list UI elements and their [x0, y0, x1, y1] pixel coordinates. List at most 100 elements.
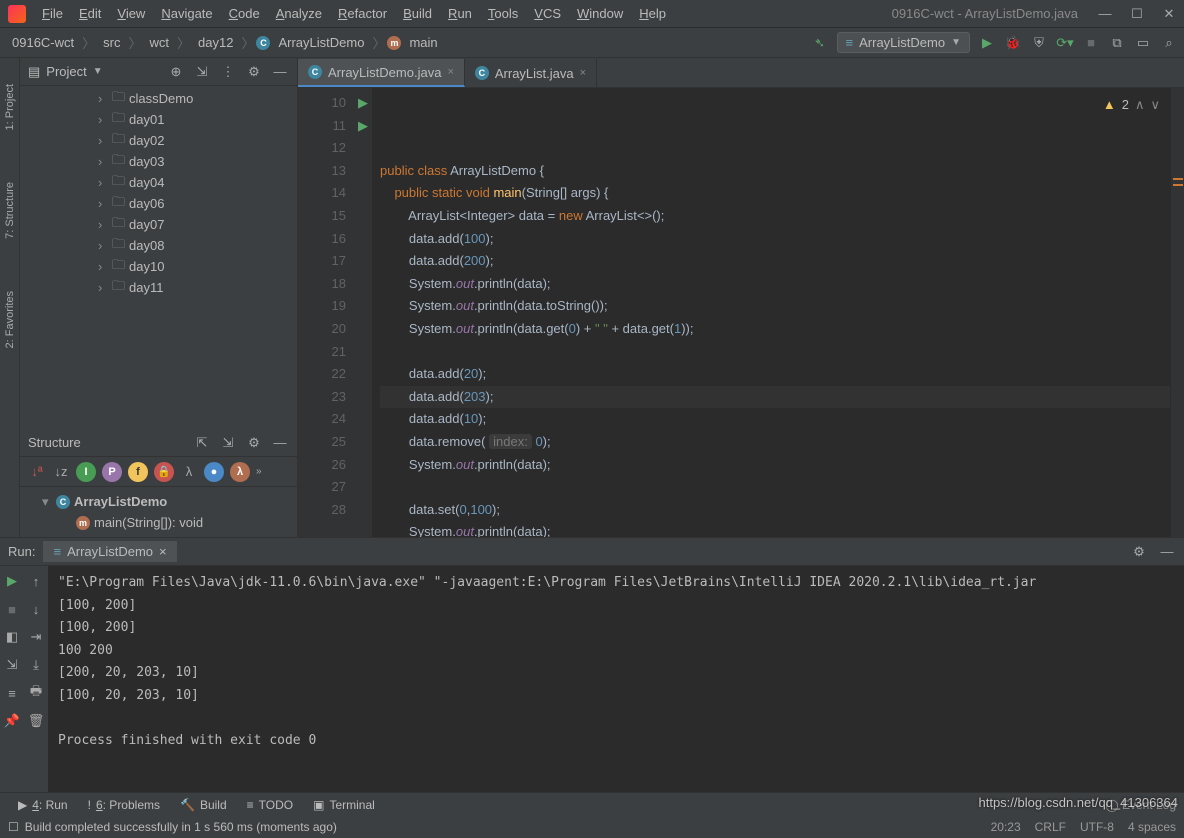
- down-icon[interactable]: ↓: [27, 600, 45, 618]
- sort-visibility-icon[interactable]: ↓z: [52, 463, 70, 481]
- code-line[interactable]: [380, 341, 1170, 364]
- lock-filter-icon[interactable]: 🔒: [154, 462, 174, 482]
- tree-item[interactable]: ›🗀classDemo: [20, 88, 297, 109]
- gear-icon[interactable]: ⚙: [1130, 543, 1148, 561]
- more-icon[interactable]: »: [256, 466, 262, 477]
- menu-help[interactable]: Help: [631, 6, 674, 21]
- anon-icon[interactable]: λ: [180, 463, 198, 481]
- crumb[interactable]: src: [97, 33, 126, 52]
- code-line[interactable]: ArrayList<Integer> data = new ArrayList<…: [380, 205, 1170, 228]
- menu-tools[interactable]: Tools: [480, 6, 526, 21]
- menu-run[interactable]: Run: [440, 6, 480, 21]
- code-line[interactable]: System.out.println(data.get(0) + " " + d…: [380, 318, 1170, 341]
- crumb[interactable]: wct: [144, 33, 176, 52]
- menu-view[interactable]: View: [109, 6, 153, 21]
- code-line[interactable]: data.add(203);: [380, 386, 1170, 409]
- minimize-icon[interactable]: —: [1098, 6, 1112, 22]
- status-info[interactable]: 4 spaces: [1128, 820, 1176, 834]
- menu-vcs[interactable]: VCS: [526, 6, 569, 21]
- structure-tree[interactable]: ▾ C ArrayListDemo m main(String[]): void: [20, 487, 297, 537]
- crumb[interactable]: 0916C-wct: [6, 33, 80, 52]
- gear-icon[interactable]: ⚙: [245, 434, 263, 452]
- tree-item[interactable]: ›🗀day06: [20, 193, 297, 214]
- tree-item[interactable]: ›🗀day08: [20, 235, 297, 256]
- code-line[interactable]: data.remove( index: 0);: [380, 431, 1170, 454]
- rerun-icon[interactable]: ▶: [3, 572, 21, 590]
- project-tree[interactable]: ›🗀classDemo›🗀day01›🗀day02›🗀day03›🗀day04›…: [20, 86, 297, 429]
- menu-build[interactable]: Build: [395, 6, 440, 21]
- code-line[interactable]: public class ArrayListDemo {: [380, 160, 1170, 183]
- structure-method[interactable]: main(String[]): void: [94, 515, 203, 530]
- tree-item[interactable]: ›🗀day02: [20, 130, 297, 151]
- exit-icon[interactable]: ⇲: [3, 656, 21, 674]
- sidetab[interactable]: 2: Favorites: [2, 285, 18, 354]
- expand-icon[interactable]: ⇲: [193, 63, 211, 81]
- sidetab[interactable]: 7: Structure: [2, 176, 18, 245]
- status-tab[interactable]: ≡TODO: [237, 798, 303, 812]
- status-info[interactable]: UTF-8: [1080, 820, 1114, 834]
- error-stripe[interactable]: [1170, 88, 1184, 537]
- code-line[interactable]: System.out.println(data.toString());: [380, 295, 1170, 318]
- hide-icon[interactable]: —: [1158, 543, 1176, 561]
- menu-window[interactable]: Window: [569, 6, 631, 21]
- run-tab[interactable]: ≡ ArrayListDemo ×: [43, 541, 176, 562]
- tree-item[interactable]: ›🗀day01: [20, 109, 297, 130]
- status-tab[interactable]: ▶4: Run: [8, 798, 78, 812]
- tree-item[interactable]: ›🗀day07: [20, 214, 297, 235]
- collapse-all-icon[interactable]: ⇲: [219, 434, 237, 452]
- status-tab[interactable]: !6: Problems: [78, 798, 170, 812]
- run-config-combo[interactable]: ≡ ArrayListDemo ▼: [837, 32, 970, 53]
- lambda-icon[interactable]: λ: [230, 462, 250, 482]
- code-line[interactable]: data.set(0,100);: [380, 499, 1170, 522]
- code-line[interactable]: System.out.println(data);: [380, 273, 1170, 296]
- vcs-icon[interactable]: ⧉: [1108, 34, 1126, 52]
- class-filter-icon[interactable]: I: [76, 462, 96, 482]
- wrap-icon[interactable]: ⇥: [27, 628, 45, 646]
- crumb[interactable]: ArrayListDemo: [272, 33, 370, 52]
- menu-edit[interactable]: Edit: [71, 6, 109, 21]
- menu-code[interactable]: Code: [221, 6, 268, 21]
- code-line[interactable]: [380, 476, 1170, 499]
- code-line[interactable]: data.add(20);: [380, 363, 1170, 386]
- structure-class[interactable]: ArrayListDemo: [74, 494, 167, 509]
- status-tab[interactable]: ▣Terminal: [303, 798, 385, 812]
- stop-icon[interactable]: ■: [3, 600, 21, 618]
- tree-item[interactable]: ›🗀day04: [20, 172, 297, 193]
- hide-icon[interactable]: —: [271, 434, 289, 452]
- locate-icon[interactable]: ⊕: [167, 63, 185, 81]
- menu-analyze[interactable]: Analyze: [268, 6, 330, 21]
- inspections-widget[interactable]: ▲ 2 ∧∨: [1103, 94, 1160, 117]
- code-line[interactable]: public static void main(String[] args) {: [380, 182, 1170, 205]
- sidetab[interactable]: 1: Project: [2, 78, 18, 136]
- code-line[interactable]: data.add(200);: [380, 250, 1170, 273]
- status-info[interactable]: 20:23: [991, 820, 1021, 834]
- code-line[interactable]: data.add(100);: [380, 228, 1170, 251]
- profile-icon[interactable]: ⟳▾: [1056, 34, 1074, 52]
- sort-alpha-icon[interactable]: ↓ª: [28, 463, 46, 481]
- close-icon[interactable]: ✕: [1162, 6, 1176, 22]
- status-info[interactable]: CRLF: [1035, 820, 1066, 834]
- maximize-icon[interactable]: ☐: [1130, 6, 1144, 22]
- camera-icon[interactable]: ◧: [3, 628, 21, 646]
- hide-icon[interactable]: —: [271, 63, 289, 81]
- editor-tab[interactable]: CArrayList.java×: [465, 59, 597, 87]
- code-editor[interactable]: ▲ 2 ∧∨ public class ArrayListDemo { publ…: [372, 88, 1170, 537]
- code-line[interactable]: data.add(10);: [380, 408, 1170, 431]
- layout-icon[interactable]: ≡: [3, 684, 21, 702]
- stop-icon[interactable]: ■: [1082, 34, 1100, 52]
- pin-icon[interactable]: 📌: [3, 712, 21, 730]
- tree-item[interactable]: ›🗀day03: [20, 151, 297, 172]
- print-icon[interactable]: 🖶: [27, 684, 45, 702]
- crumb[interactable]: day12: [192, 33, 239, 52]
- debug-icon[interactable]: 🐞: [1004, 34, 1022, 52]
- trash-icon[interactable]: 🗑: [27, 712, 45, 730]
- search-icon[interactable]: ⌕: [1160, 34, 1178, 52]
- status-tab[interactable]: 🔨Build: [170, 798, 237, 812]
- menu-refactor[interactable]: Refactor: [330, 6, 395, 21]
- build-icon[interactable]: ➴: [811, 34, 829, 52]
- run-output[interactable]: "E:\Program Files\Java\jdk-11.0.6\bin\ja…: [48, 566, 1184, 792]
- up-icon[interactable]: ↑: [27, 572, 45, 590]
- coverage-icon[interactable]: ⛨: [1030, 34, 1048, 52]
- expand-all-icon[interactable]: ⇱: [193, 434, 211, 452]
- method-filter-icon[interactable]: ●: [204, 462, 224, 482]
